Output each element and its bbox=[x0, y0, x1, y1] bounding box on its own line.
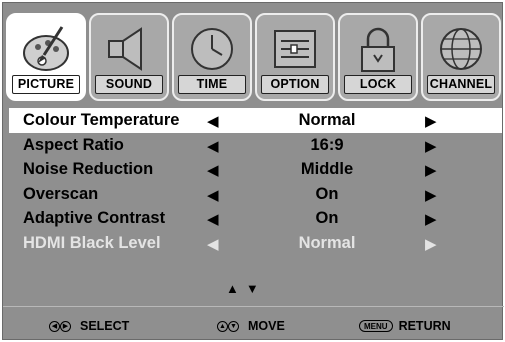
arrow-left-icon[interactable]: ◀ bbox=[207, 137, 219, 155]
arrow-left-icon[interactable]: ◀ bbox=[207, 112, 219, 130]
hint-select-label: SELECT bbox=[80, 319, 130, 333]
tab-label: SOUND bbox=[105, 77, 153, 91]
tab-lock[interactable]: LOCK bbox=[338, 13, 418, 101]
tab-label: OPTION bbox=[270, 77, 320, 91]
tab-picture[interactable]: PICTURE bbox=[6, 13, 86, 101]
menu-item-value: On bbox=[315, 209, 339, 227]
menu-item-overscan[interactable]: Overscan ◀ On ▶ bbox=[9, 182, 502, 207]
tab-bar: PICTURE SOUND TIME OPTION LOCK CHANNEL bbox=[3, 13, 504, 105]
menu-key-icon: MENU bbox=[359, 320, 393, 332]
menu-item-value: Middle bbox=[300, 160, 354, 178]
option-panel-icon bbox=[274, 30, 316, 68]
arrow-left-icon[interactable]: ◀ bbox=[207, 186, 219, 204]
arrow-left-icon: ◀ bbox=[207, 235, 219, 253]
menu-item-aspect-ratio[interactable]: Aspect Ratio ◀ 16:9 ▶ bbox=[9, 133, 502, 158]
tab-label: TIME bbox=[196, 77, 228, 91]
tab-option[interactable]: OPTION bbox=[255, 13, 335, 101]
menu-item-value: On bbox=[315, 184, 339, 203]
tab-label: LOCK bbox=[359, 77, 397, 91]
menu-item-label: HDMI Black Level bbox=[23, 233, 161, 252]
hint-move-label: MOVE bbox=[248, 319, 285, 333]
menu-item-value: Normal bbox=[298, 233, 356, 252]
hint-move: ▲ ▼ MOVE bbox=[217, 319, 285, 333]
menu-item-colour-temperature[interactable]: Colour Temperature ◀ Normal ▶ bbox=[9, 108, 502, 133]
tv-osd-menu: PICTURE SOUND TIME OPTION LOCK CHANNEL C… bbox=[2, 2, 505, 340]
hint-return: MENU RETURN bbox=[359, 319, 451, 333]
padlock-icon bbox=[361, 27, 395, 72]
tab-label: PICTURE bbox=[17, 77, 75, 91]
settings-list: Colour Temperature ◀ Normal ▶ Aspect Rat… bbox=[9, 108, 505, 255]
footer-hints: ◀ ▶ SELECT ▲ ▼ MOVE MENU RETURN bbox=[3, 319, 504, 335]
hint-select: ◀ ▶ SELECT bbox=[49, 319, 129, 333]
arrow-right-icon: ▶ bbox=[425, 235, 437, 253]
globe-icon bbox=[440, 28, 482, 70]
arrow-right-icon[interactable]: ▶ bbox=[425, 137, 437, 155]
menu-item-label: Aspect Ratio bbox=[23, 135, 124, 154]
menu-item-label: Adaptive Contrast bbox=[23, 209, 166, 227]
menu-item-label: Noise Reduction bbox=[23, 160, 154, 178]
menu-item-hdmi-black-level: HDMI Black Level ◀ Normal ▶ bbox=[9, 231, 502, 256]
speaker-icon bbox=[108, 27, 142, 71]
menu-item-value: 16:9 bbox=[310, 135, 344, 154]
menu-item-adaptive-contrast[interactable]: Adaptive Contrast ◀ On ▶ bbox=[9, 206, 502, 231]
menu-item-label: Overscan bbox=[23, 184, 99, 203]
arrow-right-icon[interactable]: ▶ bbox=[425, 112, 437, 130]
arrow-right-icon[interactable]: ▶ bbox=[425, 210, 437, 228]
tab-time[interactable]: TIME bbox=[172, 13, 252, 101]
menu-item-value: Normal bbox=[298, 111, 356, 129]
arrow-left-icon[interactable]: ◀ bbox=[207, 161, 219, 179]
arrow-right-icon[interactable]: ▶ bbox=[425, 161, 437, 179]
tab-sound[interactable]: SOUND bbox=[89, 13, 169, 101]
hint-return-label: RETURN bbox=[398, 319, 451, 333]
clock-icon bbox=[191, 28, 233, 70]
up-down-buttons-icon: ▲ ▼ bbox=[217, 320, 239, 332]
palette-icon bbox=[23, 26, 69, 71]
menu-item-label: Colour Temperature bbox=[23, 111, 180, 129]
tab-label: CHANNEL bbox=[429, 77, 493, 91]
menu-item-noise-reduction[interactable]: Noise Reduction ◀ Middle ▶ bbox=[9, 157, 502, 182]
arrow-right-icon[interactable]: ▶ bbox=[425, 186, 437, 204]
tab-channel[interactable]: CHANNEL bbox=[421, 13, 501, 101]
footer-divider bbox=[3, 306, 504, 307]
scroll-up-down-icon: ▲▼ bbox=[226, 281, 266, 296]
left-right-buttons-icon: ◀ ▶ bbox=[49, 320, 71, 332]
arrow-left-icon[interactable]: ◀ bbox=[207, 210, 219, 228]
